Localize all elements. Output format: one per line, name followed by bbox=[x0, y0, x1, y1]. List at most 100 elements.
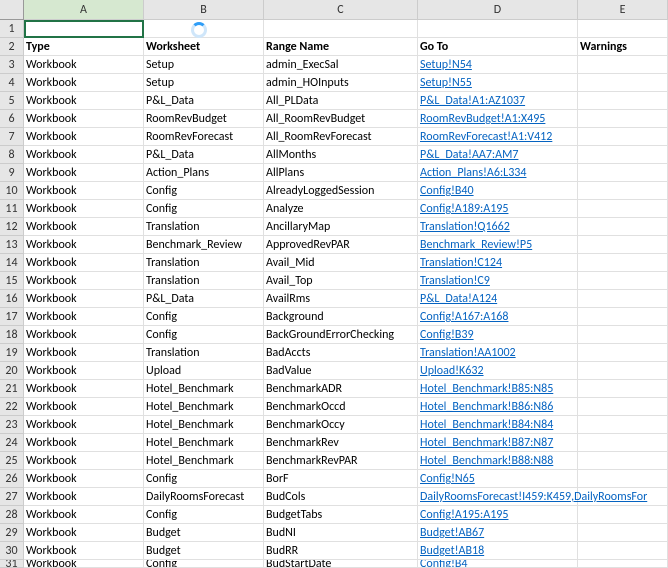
cell-range-name[interactable]: BudCols bbox=[264, 488, 418, 506]
cell-warnings[interactable] bbox=[578, 236, 668, 254]
cell-range-name[interactable]: admin_HOInputs bbox=[264, 74, 418, 92]
row-header[interactable]: 2 bbox=[0, 38, 24, 56]
column-header-c[interactable]: C bbox=[264, 0, 418, 20]
cell-worksheet[interactable]: Setup bbox=[144, 56, 264, 74]
cell-goto-link[interactable]: Hotel_Benchmark!B84:N84 bbox=[418, 416, 578, 434]
row-header[interactable]: 12 bbox=[0, 218, 24, 236]
cell-worksheet[interactable]: P&L_Data bbox=[144, 290, 264, 308]
cell-worksheet[interactable]: Config bbox=[144, 560, 264, 568]
cell-worksheet[interactable]: P&L_Data bbox=[144, 146, 264, 164]
cell-warnings[interactable] bbox=[578, 182, 668, 200]
cell-worksheet[interactable]: RoomRevBudget bbox=[144, 110, 264, 128]
row-header[interactable]: 5 bbox=[0, 92, 24, 110]
cell-type[interactable]: Workbook bbox=[24, 164, 144, 182]
column-header-d[interactable]: D bbox=[418, 0, 578, 20]
cell-range-name[interactable]: BorF bbox=[264, 470, 418, 488]
row-header[interactable]: 29 bbox=[0, 524, 24, 542]
cell-goto-link[interactable]: Translation!Q1662 bbox=[418, 218, 578, 236]
row-header[interactable]: 18 bbox=[0, 326, 24, 344]
cell-range-name[interactable]: BadValue bbox=[264, 362, 418, 380]
cell-type[interactable]: Workbook bbox=[24, 128, 144, 146]
cell-goto-link[interactable]: Benchmark_Review!P5 bbox=[418, 236, 578, 254]
row-header[interactable]: 20 bbox=[0, 362, 24, 380]
cell-type[interactable]: Workbook bbox=[24, 326, 144, 344]
cell-range-name[interactable]: AllPlans bbox=[264, 164, 418, 182]
cell-goto-link[interactable]: Config!A189:A195 bbox=[418, 200, 578, 218]
cell-type[interactable]: Workbook bbox=[24, 470, 144, 488]
cell-range-name[interactable]: Avail_Top bbox=[264, 272, 418, 290]
cell-range-name[interactable]: Range Name bbox=[264, 38, 418, 56]
cell-type[interactable]: Workbook bbox=[24, 254, 144, 272]
cell-warnings[interactable] bbox=[578, 362, 668, 380]
cell-type[interactable]: Workbook bbox=[24, 272, 144, 290]
row-header[interactable]: 13 bbox=[0, 236, 24, 254]
cell-goto-link[interactable]: Translation!C9 bbox=[418, 272, 578, 290]
cell-range-name[interactable]: AncillaryMap bbox=[264, 218, 418, 236]
cell-goto-link[interactable]: Config!N65 bbox=[418, 470, 578, 488]
cell-range-name[interactable] bbox=[264, 20, 418, 38]
cell-warnings[interactable] bbox=[578, 452, 668, 470]
cell-range-name[interactable]: AvailRms bbox=[264, 290, 418, 308]
cell-goto-link[interactable]: Setup!N54 bbox=[418, 56, 578, 74]
cell-warnings[interactable] bbox=[578, 398, 668, 416]
cell-range-name[interactable]: BenchmarkADR bbox=[264, 380, 418, 398]
row-header[interactable]: 1 bbox=[0, 20, 24, 38]
cell-type[interactable]: Workbook bbox=[24, 146, 144, 164]
cell-range-name[interactable]: AlreadyLoggedSession bbox=[264, 182, 418, 200]
cell-range-name[interactable]: All_PLData bbox=[264, 92, 418, 110]
cell-worksheet[interactable]: Config bbox=[144, 470, 264, 488]
row-header[interactable]: 4 bbox=[0, 74, 24, 92]
cell-warnings[interactable] bbox=[578, 506, 668, 524]
cell-worksheet[interactable]: Config bbox=[144, 182, 264, 200]
cell-worksheet[interactable]: P&L_Data bbox=[144, 92, 264, 110]
cell-warnings[interactable] bbox=[578, 380, 668, 398]
cell-type[interactable]: Workbook bbox=[24, 236, 144, 254]
cell-range-name[interactable]: BenchmarkRevPAR bbox=[264, 452, 418, 470]
cell-range-name[interactable]: BudStartDate bbox=[264, 560, 418, 568]
cell-goto-link[interactable]: Hotel_Benchmark!B85:N85 bbox=[418, 380, 578, 398]
row-header[interactable]: 24 bbox=[0, 434, 24, 452]
cell-goto-link[interactable]: Config!B39 bbox=[418, 326, 578, 344]
cell-worksheet[interactable]: Translation bbox=[144, 254, 264, 272]
cell-goto-link[interactable]: Setup!N55 bbox=[418, 74, 578, 92]
cell-goto-link[interactable]: Budget!AB67 bbox=[418, 524, 578, 542]
cell-goto-link[interactable]: Translation!AA1002 bbox=[418, 344, 578, 362]
cell-warnings[interactable] bbox=[578, 290, 668, 308]
cell-range-name[interactable]: Analyze bbox=[264, 200, 418, 218]
cell-warnings[interactable] bbox=[578, 470, 668, 488]
column-header-b[interactable]: B bbox=[144, 0, 264, 20]
cell-worksheet[interactable]: Config bbox=[144, 506, 264, 524]
cell-range-name[interactable]: All_RoomRevForecast bbox=[264, 128, 418, 146]
spreadsheet-grid[interactable]: ABCDE12TypeWorksheetRange NameGo ToWarni… bbox=[0, 0, 668, 568]
row-header[interactable]: 21 bbox=[0, 380, 24, 398]
row-header[interactable]: 31 bbox=[0, 560, 24, 568]
row-header[interactable]: 8 bbox=[0, 146, 24, 164]
cell-range-name[interactable]: admin_ExecSal bbox=[264, 56, 418, 74]
cell-warnings[interactable] bbox=[578, 146, 668, 164]
row-header[interactable]: 11 bbox=[0, 200, 24, 218]
cell-type[interactable]: Workbook bbox=[24, 308, 144, 326]
cell-warnings[interactable] bbox=[578, 218, 668, 236]
cell-warnings[interactable] bbox=[578, 272, 668, 290]
cell-worksheet[interactable]: Benchmark_Review bbox=[144, 236, 264, 254]
cell-goto[interactable] bbox=[418, 20, 578, 38]
row-header[interactable]: 10 bbox=[0, 182, 24, 200]
cell-warnings[interactable] bbox=[578, 560, 668, 568]
cell-type[interactable]: Workbook bbox=[24, 506, 144, 524]
cell-goto[interactable]: Go To bbox=[418, 38, 578, 56]
cell-range-name[interactable]: BudgetTabs bbox=[264, 506, 418, 524]
cell-worksheet[interactable]: Worksheet bbox=[144, 38, 264, 56]
cell-type[interactable]: Workbook bbox=[24, 452, 144, 470]
cell-warnings[interactable] bbox=[578, 344, 668, 362]
cell-goto-link[interactable]: P&L_Data!AA7:AM7 bbox=[418, 146, 578, 164]
cell-worksheet[interactable]: Upload bbox=[144, 362, 264, 380]
cell-goto-link[interactable]: P&L_Data!A1:AZ1037 bbox=[418, 92, 578, 110]
cell-goto-link[interactable]: Config!A195:A195 bbox=[418, 506, 578, 524]
cell-worksheet[interactable]: Translation bbox=[144, 344, 264, 362]
cell-warnings[interactable] bbox=[578, 326, 668, 344]
cell-warnings[interactable] bbox=[578, 416, 668, 434]
cell-type[interactable]: Workbook bbox=[24, 560, 144, 568]
cell-warnings[interactable] bbox=[578, 20, 668, 38]
cell-warnings[interactable] bbox=[578, 488, 668, 506]
cell-type[interactable]: Workbook bbox=[24, 290, 144, 308]
